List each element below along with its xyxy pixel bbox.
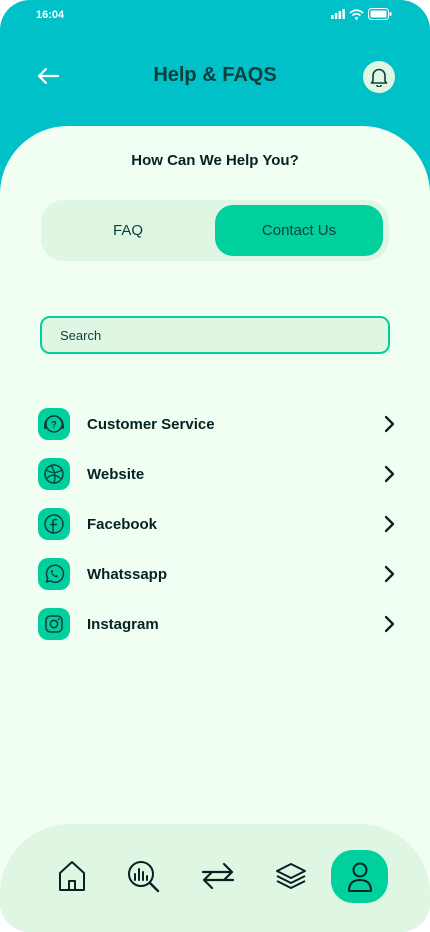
phone-screen: 16:04 Help & FAQS How Can We Help You? F… (0, 0, 430, 932)
nav-profile[interactable] (331, 850, 388, 903)
chevron-right-icon (380, 514, 400, 534)
battery-icon (368, 8, 392, 20)
contact-item-instagram[interactable]: Instagram (38, 608, 398, 642)
chevron-right-icon (380, 464, 400, 484)
notifications-button[interactable] (363, 61, 395, 93)
transactions-icon (201, 862, 235, 890)
contact-item-facebook[interactable]: Facebook (38, 508, 398, 542)
nav-categories[interactable] (271, 848, 311, 904)
profile-icon (347, 862, 372, 892)
nav-home[interactable] (52, 848, 92, 904)
instagram-icon (38, 608, 70, 640)
status-icons (331, 8, 392, 20)
svg-text:?: ? (51, 420, 57, 430)
segmented-tabs: FAQ Contact Us (41, 200, 389, 261)
signal-icon (331, 9, 345, 19)
nav-transactions[interactable] (198, 848, 238, 904)
status-time: 16:04 (36, 9, 65, 21)
tab-contact-us[interactable]: Contact Us (215, 205, 383, 256)
contact-item-label: Facebook (87, 516, 158, 533)
contact-item-label: Website (87, 466, 145, 483)
chevron-right-icon (380, 564, 400, 584)
headset-icon: ? (38, 408, 70, 440)
contact-item-label: Whatssapp (87, 566, 168, 583)
analysis-icon (128, 861, 160, 893)
chevron-right-icon (380, 414, 400, 434)
nav-analysis[interactable] (123, 848, 163, 904)
globe-icon (38, 458, 70, 490)
contact-item-whatsapp[interactable]: Whatssapp (38, 558, 398, 592)
wifi-icon (349, 8, 364, 20)
search-input[interactable] (40, 316, 390, 354)
contact-item-customer-service[interactable]: ? Customer Service (38, 408, 398, 442)
contact-item-label: Customer Service (87, 416, 215, 433)
layers-icon (276, 863, 306, 889)
header: Help & FAQS (0, 52, 430, 100)
help-subtitle: How Can We Help You? (131, 152, 299, 169)
home-icon (59, 861, 85, 891)
contact-item-website[interactable]: Website (38, 458, 398, 492)
contact-item-label: Instagram (87, 616, 159, 633)
bell-icon (370, 68, 388, 87)
tab-faq[interactable]: FAQ (46, 205, 210, 256)
status-bar: 16:04 (0, 0, 430, 30)
chevron-right-icon (380, 614, 400, 634)
whatsapp-icon (38, 558, 70, 590)
facebook-icon (38, 508, 70, 540)
